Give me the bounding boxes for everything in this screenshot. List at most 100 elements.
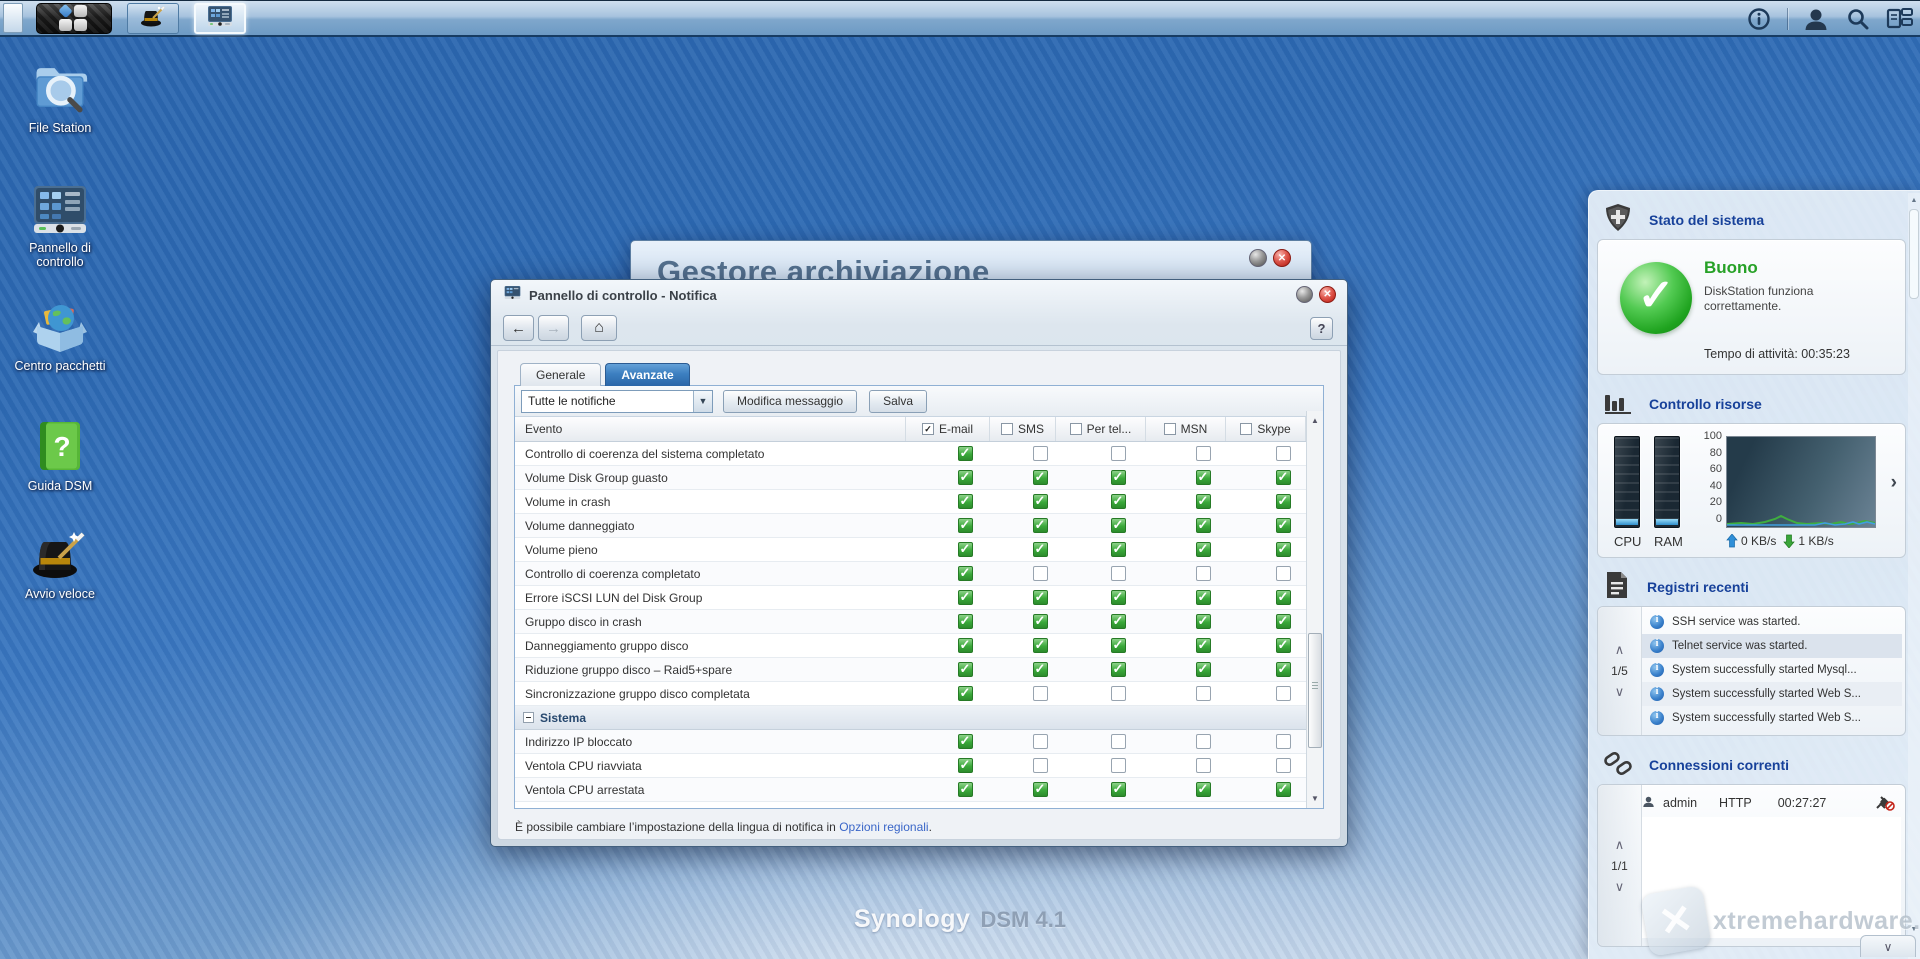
notify-checkbox-skype[interactable] — [1275, 637, 1291, 653]
notify-checkbox-skype[interactable] — [1275, 734, 1291, 749]
channel-column-header-sms[interactable]: SMS — [990, 417, 1056, 441]
forward-button[interactable]: → — [538, 315, 569, 341]
notify-checkbox-per-tel[interactable] — [1110, 734, 1126, 749]
table-row[interactable]: Errore iSCSI LUN del Disk Group — [515, 586, 1323, 610]
notify-checkbox-skype[interactable] — [1275, 613, 1291, 629]
notify-checkbox-e-mail[interactable] — [957, 637, 973, 653]
notify-checkbox-per-tel[interactable] — [1110, 589, 1126, 605]
scroll-thumb[interactable] — [1909, 209, 1919, 299]
notify-checkbox-sms[interactable] — [1032, 781, 1048, 797]
widget-panel-scrollbar[interactable]: ▲ ▼ — [1908, 193, 1920, 959]
log-item[interactable]: System successfully started Web S... — [1642, 706, 1902, 730]
notification-filter-select[interactable]: Tutte le notifiche ▼ — [521, 389, 713, 413]
notify-checkbox-skype[interactable] — [1275, 446, 1291, 461]
table-row[interactable]: Controllo di coerenza completato — [515, 562, 1323, 586]
notify-checkbox-sms[interactable] — [1032, 469, 1048, 485]
scroll-down-icon[interactable]: ▼ — [1908, 926, 1920, 933]
regional-options-link[interactable]: Opzioni regionali — [839, 820, 928, 834]
desktop-icon-control-panel[interactable]: Pannello di controllo — [10, 178, 110, 269]
notify-checkbox-skype[interactable] — [1275, 517, 1291, 533]
table-row[interactable]: Riduzione gruppo disco – Raid5+spare — [515, 658, 1323, 682]
channel-column-header-e-mail[interactable]: E-mail — [906, 417, 990, 441]
disconnect-button[interactable] — [1875, 794, 1895, 815]
table-row[interactable]: Controllo di coerenza del sistema comple… — [515, 442, 1323, 466]
collapse-icon[interactable] — [523, 712, 534, 723]
notify-checkbox-skype[interactable] — [1275, 541, 1291, 557]
notify-checkbox-skype[interactable] — [1275, 469, 1291, 485]
notify-checkbox-e-mail[interactable] — [957, 733, 973, 749]
connection-row[interactable]: admin HTTP 00:27:27 — [1642, 791, 1901, 815]
header-checkbox-e-mail[interactable] — [921, 423, 934, 435]
scroll-thumb[interactable] — [1308, 633, 1322, 749]
notify-checkbox-msn[interactable] — [1195, 493, 1211, 509]
notify-checkbox-e-mail[interactable] — [957, 469, 973, 485]
notify-checkbox-msn[interactable] — [1195, 686, 1211, 701]
notify-checkbox-sms[interactable] — [1032, 517, 1048, 533]
notify-checkbox-e-mail[interactable] — [957, 541, 973, 557]
table-row[interactable]: Ventola CPU riavviata — [515, 754, 1323, 778]
notify-checkbox-per-tel[interactable] — [1110, 781, 1126, 797]
notify-checkbox-per-tel[interactable] — [1110, 661, 1126, 677]
notify-checkbox-per-tel[interactable] — [1110, 493, 1126, 509]
tab-avanzate[interactable]: Avanzate — [605, 363, 690, 386]
event-column-header[interactable]: Evento — [515, 417, 906, 441]
notify-checkbox-msn[interactable] — [1195, 758, 1211, 773]
notify-checkbox-per-tel[interactable] — [1110, 637, 1126, 653]
notify-checkbox-e-mail[interactable] — [957, 493, 973, 509]
notify-checkbox-sms[interactable] — [1032, 661, 1048, 677]
notify-checkbox-msn[interactable] — [1195, 613, 1211, 629]
resource-monitor-card[interactable]: CPU RAM 100 80 60 40 20 0 › 0 KB/s 1 KB/s — [1597, 423, 1906, 558]
notify-checkbox-sms[interactable] — [1032, 566, 1048, 581]
home-button[interactable]: ⌂ — [581, 315, 617, 341]
desktop-icon-package-center[interactable]: Centro pacchetti — [10, 296, 110, 373]
notify-checkbox-skype[interactable] — [1275, 758, 1291, 773]
channel-column-header-skype[interactable]: Skype — [1226, 417, 1306, 441]
log-item[interactable]: System successfully started Web S... — [1642, 682, 1902, 706]
close-button[interactable] — [1319, 286, 1336, 303]
notify-checkbox-e-mail[interactable] — [957, 565, 973, 581]
channel-column-header-msn[interactable]: MSN — [1146, 417, 1226, 441]
notify-checkbox-sms[interactable] — [1032, 493, 1048, 509]
notify-checkbox-per-tel[interactable] — [1110, 566, 1126, 581]
table-row[interactable]: Volume Disk Group guasto — [515, 466, 1323, 490]
notify-checkbox-per-tel[interactable] — [1110, 469, 1126, 485]
expand-arrow-icon[interactable]: › — [1891, 472, 1897, 494]
notify-checkbox-msn[interactable] — [1195, 637, 1211, 653]
notify-checkbox-sms[interactable] — [1032, 446, 1048, 461]
table-row[interactable]: Gruppo disco in crash — [515, 610, 1323, 634]
notify-checkbox-per-tel[interactable] — [1110, 541, 1126, 557]
notify-checkbox-sms[interactable] — [1032, 734, 1048, 749]
notify-checkbox-sms[interactable] — [1032, 686, 1048, 701]
notify-checkbox-e-mail[interactable] — [957, 517, 973, 533]
page-down-button[interactable]: ∨ — [1615, 880, 1625, 893]
save-button[interactable]: Salva — [869, 389, 928, 413]
table-row[interactable]: Volume danneggiato — [515, 514, 1323, 538]
desktop-icon-quick-start[interactable]: Avvio veloce — [10, 524, 110, 601]
minimize-button[interactable] — [1296, 286, 1313, 303]
show-desktop-button[interactable] — [3, 3, 23, 33]
notify-checkbox-sms[interactable] — [1032, 589, 1048, 605]
notify-checkbox-msn[interactable] — [1195, 566, 1211, 581]
control-panel-window[interactable]: Pannello di controllo - Notifica ← → ⌂ ?… — [490, 279, 1348, 847]
notify-checkbox-e-mail[interactable] — [957, 661, 973, 677]
log-item[interactable]: SSH service was started. — [1642, 610, 1902, 634]
scroll-down-icon[interactable]: ▼ — [1308, 791, 1322, 806]
notify-checkbox-skype[interactable] — [1275, 661, 1291, 677]
notify-checkbox-msn[interactable] — [1195, 446, 1211, 461]
notify-checkbox-sms[interactable] — [1032, 637, 1048, 653]
window-titlebar[interactable]: Pannello di controllo - Notifica — [491, 280, 1347, 310]
desktop-icon-dsm-help[interactable]: ? Guida DSM — [10, 416, 110, 493]
notify-checkbox-sms[interactable] — [1032, 613, 1048, 629]
notify-checkbox-sms[interactable] — [1032, 758, 1048, 773]
notify-checkbox-msn[interactable] — [1195, 734, 1211, 749]
page-down-button[interactable]: ∨ — [1615, 685, 1625, 698]
panel-collapse-button[interactable]: ∨ — [1860, 935, 1916, 957]
notify-checkbox-e-mail[interactable] — [957, 757, 973, 773]
main-menu-button[interactable] — [36, 2, 112, 34]
notify-checkbox-skype[interactable] — [1275, 566, 1291, 581]
desktop-icon-file-station[interactable]: File Station — [10, 58, 110, 135]
search-button[interactable] — [1844, 5, 1872, 33]
notify-checkbox-e-mail[interactable] — [957, 613, 973, 629]
notify-checkbox-per-tel[interactable] — [1110, 613, 1126, 629]
notify-checkbox-msn[interactable] — [1195, 661, 1211, 677]
